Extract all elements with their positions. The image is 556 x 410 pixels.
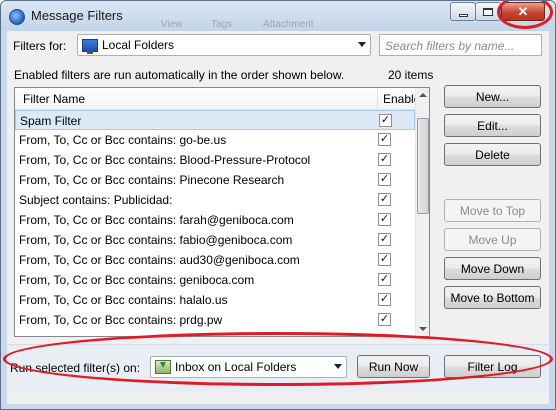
- filter-name: From, To, Cc or Bcc contains: Pinecone R…: [19, 173, 285, 187]
- column-header-filter-name[interactable]: Filter Name: [23, 92, 85, 106]
- filter-name: From, To, Cc or Bcc contains: Blood-Pres…: [19, 153, 311, 167]
- run-folder-value: Inbox on Local Folders: [175, 360, 297, 374]
- move-up-button[interactable]: Move Up: [444, 228, 541, 251]
- computer-folder-icon: [82, 38, 98, 54]
- background-ghost-text: Attachment: [263, 19, 314, 30]
- account-select[interactable]: Local Folders: [77, 34, 371, 56]
- move-down-button[interactable]: Move Down: [444, 257, 541, 280]
- filter-row[interactable]: From, To, Cc or Bcc contains: aud30@geni…: [15, 250, 415, 270]
- close-icon: ✕: [517, 3, 529, 19]
- title-bar[interactable]: Message Filters View Tags Attachment ✕: [1, 1, 555, 31]
- filter-name: Spam Filter: [20, 114, 82, 128]
- message-filters-window: Message Filters View Tags Attachment ✕ F…: [0, 0, 556, 410]
- dialog-body: Filters for: Local Folders Search filter…: [7, 31, 549, 404]
- filter-name: From, To, Cc or Bcc contains: geniboca.c…: [19, 273, 255, 287]
- filter-row[interactable]: From, To, Cc or Bcc contains: go-be.us ✓: [15, 130, 415, 150]
- filter-name: From, To, Cc or Bcc contains: fabio@geni…: [19, 233, 293, 247]
- filter-row[interactable]: From, To, Cc or Bcc contains: geniboca.c…: [15, 270, 415, 290]
- scrollbar-thumb[interactable]: [417, 118, 429, 214]
- search-placeholder: Search filters by name...: [385, 39, 515, 53]
- edit-filter-button[interactable]: Edit...: [444, 114, 541, 137]
- filter-row[interactable]: From, To, Cc or Bcc contains: fabio@geni…: [15, 230, 415, 250]
- filter-list[interactable]: Filter Name Enabled Spam Filter ✓ From, To…: [14, 87, 430, 337]
- maximize-icon: [483, 7, 493, 16]
- account-select-value: Local Folders: [102, 38, 175, 52]
- run-selected-label: Run selected filter(s) on:: [10, 361, 141, 375]
- run-now-button[interactable]: Run Now: [357, 355, 430, 378]
- background-ghost-text: Tags: [211, 19, 233, 30]
- enabled-checkbox[interactable]: ✓: [378, 153, 391, 166]
- enabled-checkbox[interactable]: ✓: [378, 253, 391, 266]
- filter-name: From, To, Cc or Bcc contains: farah@geni…: [19, 213, 294, 227]
- filter-name: From, To, Cc or Bcc contains: prdg.pw: [19, 313, 223, 327]
- filter-row[interactable]: From, To, Cc or Bcc contains: farah@geni…: [15, 210, 415, 230]
- chevron-down-icon: [358, 42, 366, 47]
- enabled-checkbox[interactable]: ✓: [379, 114, 392, 127]
- scroll-down-arrow-icon[interactable]: [419, 327, 427, 331]
- close-button[interactable]: ✕: [501, 2, 545, 21]
- filter-name: Subject contains: Publicidad:: [19, 193, 173, 207]
- new-filter-button[interactable]: New...: [444, 85, 541, 108]
- filter-row[interactable]: From, To, Cc or Bcc contains: prdg.pw ✓: [15, 310, 415, 330]
- enabled-checkbox[interactable]: ✓: [378, 233, 391, 246]
- minimize-button[interactable]: [450, 2, 476, 21]
- enabled-checkbox[interactable]: ✓: [378, 133, 391, 146]
- move-to-bottom-button[interactable]: Move to Bottom: [444, 286, 541, 309]
- minimize-icon: [458, 13, 468, 17]
- maximize-button[interactable]: [475, 2, 501, 21]
- inbox-icon: [155, 360, 171, 374]
- chevron-down-icon: [334, 364, 342, 369]
- enabled-checkbox[interactable]: ✓: [378, 173, 391, 186]
- list-header: Filter Name Enabled: [15, 88, 427, 110]
- filter-rows: Spam Filter ✓ From, To, Cc or Bcc contains…: [15, 110, 415, 330]
- filters-for-label: Filters for:: [13, 39, 67, 53]
- delete-filter-button[interactable]: Delete: [444, 143, 541, 166]
- enabled-checkbox[interactable]: ✓: [378, 293, 391, 306]
- filter-row[interactable]: Spam Filter ✓: [15, 110, 415, 130]
- enabled-checkbox[interactable]: ✓: [378, 213, 391, 226]
- run-filters-bar: Run selected filter(s) on: Inbox on Loca…: [7, 344, 549, 392]
- background-ghost-text: View: [161, 19, 183, 30]
- thunderbird-app-icon: [9, 9, 25, 25]
- enabled-checkbox[interactable]: ✓: [378, 273, 391, 286]
- filter-row[interactable]: From, To, Cc or Bcc contains: Pinecone R…: [15, 170, 415, 190]
- filter-count: 20 items: [388, 68, 434, 82]
- filter-name: From, To, Cc or Bcc contains: halalo.us: [19, 293, 228, 307]
- enabled-checkbox[interactable]: ✓: [378, 193, 391, 206]
- filter-row[interactable]: Subject contains: Publicidad: ✓: [15, 190, 415, 210]
- filter-row[interactable]: From, To, Cc or Bcc contains: Blood-Pres…: [15, 150, 415, 170]
- move-to-top-button[interactable]: Move to Top: [444, 199, 541, 222]
- enabled-checkbox[interactable]: ✓: [378, 313, 391, 326]
- filter-name: From, To, Cc or Bcc contains: go-be.us: [19, 133, 227, 147]
- filter-row[interactable]: From, To, Cc or Bcc contains: halalo.us ✓: [15, 290, 415, 310]
- filters-description: Enabled filters are run automatically in…: [14, 68, 345, 82]
- filter-name: From, To, Cc or Bcc contains: aud30@geni…: [19, 253, 300, 267]
- search-input[interactable]: Search filters by name...: [379, 34, 542, 56]
- column-divider[interactable]: [377, 88, 378, 110]
- run-folder-select[interactable]: Inbox on Local Folders: [150, 356, 347, 378]
- window-title: Message Filters: [31, 8, 123, 23]
- scroll-up-arrow-icon[interactable]: [419, 93, 427, 97]
- vertical-scrollbar[interactable]: [415, 88, 429, 336]
- filter-log-button[interactable]: Filter Log: [444, 355, 541, 378]
